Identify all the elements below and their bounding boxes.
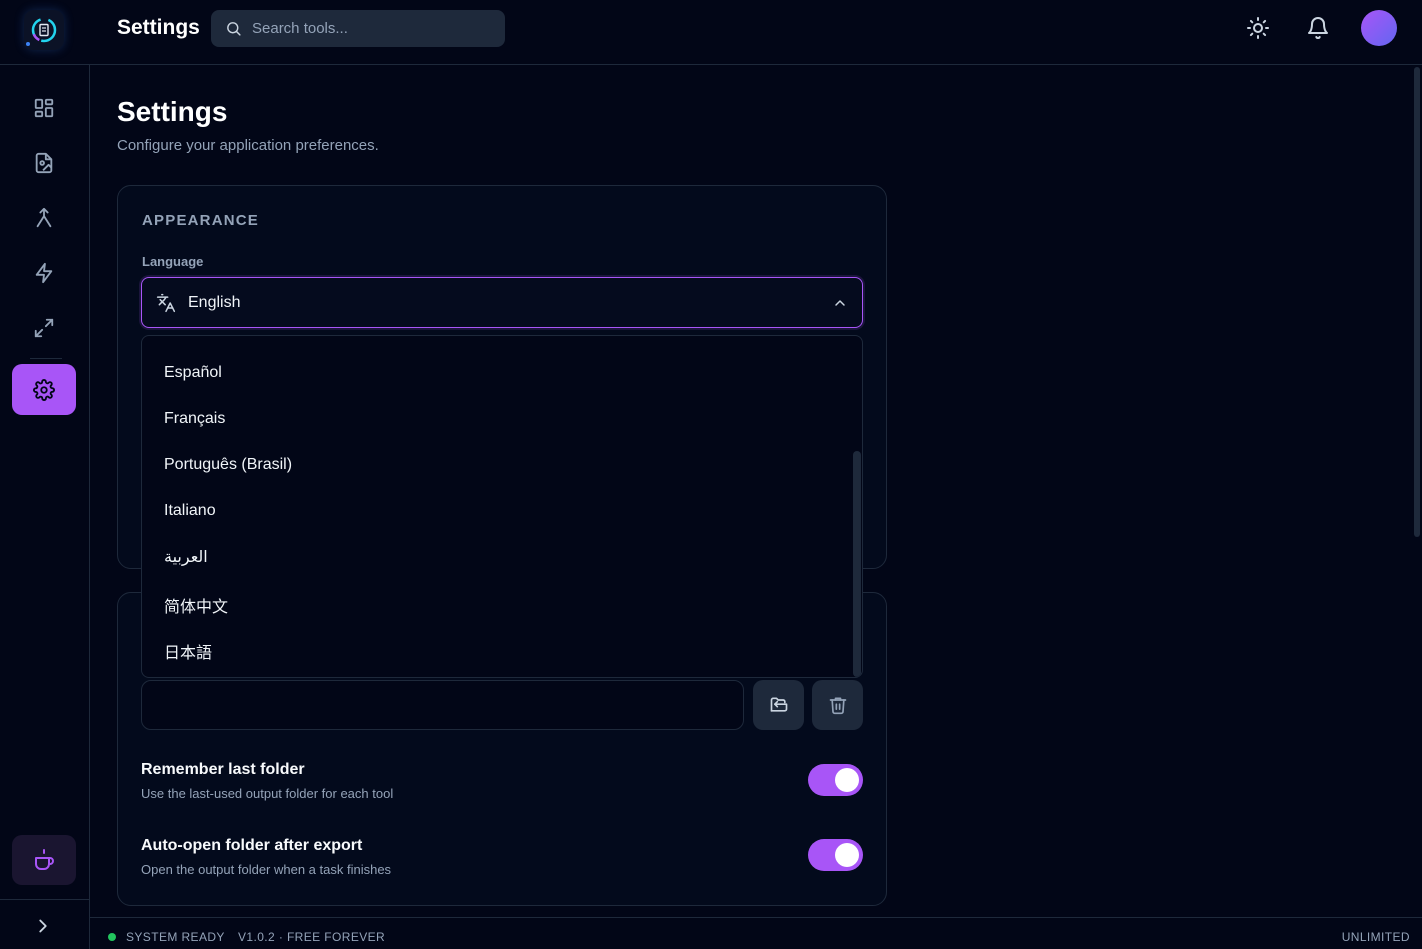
page-title: Settings — [117, 96, 228, 127]
language-option[interactable]: Português (Brasil) — [164, 456, 292, 474]
page-scrollbar[interactable] — [1412, 65, 1422, 917]
remember-folder-toggle[interactable] — [808, 764, 863, 796]
sidebar-divider — [30, 358, 62, 359]
chevron-up-icon — [835, 300, 845, 306]
scrollbar-thumb[interactable] — [1414, 67, 1420, 537]
sidebar-item-quick-actions[interactable] — [12, 250, 76, 296]
language-option[interactable]: 日本語 — [164, 639, 212, 663]
output-folder-input[interactable] — [141, 680, 744, 730]
search-input[interactable] — [252, 20, 482, 37]
logo-icon — [31, 17, 57, 43]
merge-icon — [36, 207, 52, 228]
section-title-appearance: APPEARANCE — [142, 212, 260, 229]
language-option[interactable]: 简体中文 — [164, 593, 228, 617]
toggle-knob — [835, 768, 859, 792]
gear-icon — [33, 378, 55, 401]
sidebar-item-settings[interactable] — [12, 364, 76, 415]
logo-dot — [26, 42, 30, 46]
system-status: SYSTEM READY — [126, 930, 225, 944]
sidebar — [0, 65, 90, 949]
version-label: V1.0.2 · FREE FOREVER — [238, 930, 386, 944]
support-coffee-button[interactable] — [12, 835, 76, 885]
app-logo[interactable] — [24, 10, 64, 50]
search-icon — [227, 22, 241, 36]
status-dot — [108, 933, 116, 941]
bell-icon[interactable] — [1306, 16, 1330, 40]
auto-open-title: Auto-open folder after export — [141, 837, 363, 854]
toggle-knob — [835, 843, 859, 867]
language-select[interactable]: English — [141, 277, 863, 328]
header-title: Settings — [117, 16, 200, 39]
lightning-icon — [35, 262, 53, 284]
search-bar[interactable] — [211, 10, 505, 47]
language-option[interactable]: العربية — [164, 547, 208, 567]
status-bar: SYSTEM READY V1.0.2 · FREE FOREVER UNLIM… — [90, 917, 1422, 949]
expand-arrows-icon — [34, 318, 54, 338]
auto-open-toggle[interactable] — [808, 839, 863, 871]
language-option[interactable]: Español — [164, 364, 222, 382]
page-subtitle: Configure your application preferences. — [117, 137, 379, 154]
coffee-icon — [35, 849, 54, 870]
browse-folder-button[interactable] — [753, 680, 804, 730]
remember-folder-desc: Use the last-used output folder for each… — [141, 786, 394, 801]
auto-open-desc: Open the output folder when a task finis… — [141, 862, 392, 877]
file-image-icon — [35, 152, 53, 174]
folder-open-icon — [770, 697, 787, 712]
plan-label: UNLIMITED — [1341, 930, 1410, 944]
sidebar-item-resize[interactable] — [12, 305, 76, 351]
grid-icon — [34, 98, 54, 118]
sidebar-item-image-tools[interactable] — [12, 140, 76, 186]
chevron-right-icon[interactable] — [32, 915, 54, 937]
sidebar-item-merge[interactable] — [12, 195, 76, 241]
translate-icon — [156, 293, 176, 313]
language-label: Language — [142, 254, 204, 269]
language-option[interactable]: Italiano — [164, 502, 216, 520]
dropdown-scrollbar[interactable] — [853, 451, 861, 677]
language-value: English — [188, 294, 241, 311]
language-option[interactable]: Français — [164, 410, 225, 428]
clear-folder-button[interactable] — [812, 680, 863, 730]
sun-icon[interactable] — [1246, 16, 1270, 40]
trash-icon — [829, 697, 846, 715]
remember-folder-title: Remember last folder — [141, 761, 305, 778]
language-dropdown: Español Français Português (Brasil) Ital… — [141, 335, 863, 678]
sidebar-item-dashboard[interactable] — [12, 85, 76, 131]
sidebar-bottom-divider — [0, 899, 90, 900]
avatar[interactable] — [1361, 10, 1397, 46]
top-bar: Settings — [0, 0, 1422, 65]
